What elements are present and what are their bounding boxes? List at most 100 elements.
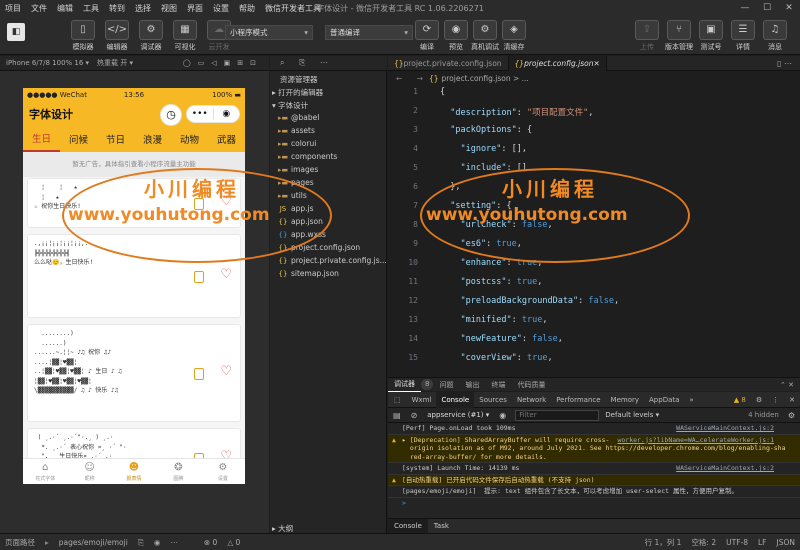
copy-icon[interactable]: ⎘: [133, 534, 149, 550]
toolbar-button[interactable]: ⚙ 调试器: [134, 20, 168, 52]
breadcrumb-text[interactable]: project.config.json > ...: [442, 74, 529, 83]
devtools-tab[interactable]: 问题: [433, 378, 459, 392]
menu-item[interactable]: 文件: [26, 0, 52, 17]
clock-icon[interactable]: ◷: [160, 104, 182, 126]
context-select[interactable]: appservice (#1) ▾: [422, 411, 494, 419]
warning-count[interactable]: △ 0: [222, 534, 245, 550]
editor-tab[interactable]: {} project.private.config.json: [388, 55, 509, 71]
hot-reload-toggle[interactable]: 热重载 开 ▾: [89, 58, 133, 68]
menu-item[interactable]: 视图: [156, 0, 182, 17]
devtools-tab[interactable]: 代码质量: [511, 378, 551, 392]
file-item[interactable]: JS app.js: [270, 204, 386, 217]
tab-0[interactable]: 生日: [23, 130, 60, 152]
panel-tab[interactable]: Network: [512, 392, 551, 408]
devtools-tab[interactable]: 调试器: [388, 377, 421, 392]
section-project[interactable]: ▾ 字体设计: [270, 100, 386, 113]
tab-1[interactable]: 问候: [60, 131, 97, 151]
code-editor[interactable]: 1 {2 "description": "项目配置文件", 3 "packOptio…: [388, 85, 800, 377]
toolbar-button[interactable]: </> 编辑器: [100, 20, 134, 52]
drawer-tab[interactable]: Console: [388, 518, 428, 534]
mode-select[interactable]: 小程序模式 ▾: [225, 25, 313, 40]
file-item[interactable]: {} sitemap.json: [270, 269, 386, 282]
panel-tab[interactable]: Wxml: [407, 392, 437, 408]
file-item[interactable]: {} project.private.config.js...: [270, 256, 386, 269]
file-item[interactable]: ▸▬ utils: [270, 191, 386, 204]
drawer-tab[interactable]: Task: [428, 519, 455, 534]
toolbar-button[interactable]: ▣ 测试号: [694, 20, 728, 52]
cursor-position[interactable]: 行 1，列 1: [640, 534, 687, 550]
kebab-icon[interactable]: ⋮: [767, 392, 784, 408]
inspect-icon[interactable]: ⬚: [388, 392, 407, 408]
panel-tab[interactable]: AppData: [644, 392, 684, 408]
file-item[interactable]: ▸▬ images: [270, 165, 386, 178]
device-select[interactable]: iPhone 6/7/8 100% 16 ▾: [0, 59, 89, 67]
maximize-icon[interactable]: ☐: [756, 0, 778, 17]
heart-icon[interactable]: ♡: [220, 194, 232, 209]
copy-icon[interactable]: [194, 368, 204, 380]
heart-icon[interactable]: ♡: [220, 364, 232, 379]
panel-tab[interactable]: Memory: [606, 392, 644, 408]
warning-count[interactable]: ▲ 8: [729, 392, 751, 408]
error-count[interactable]: ⊗ 0: [199, 534, 222, 550]
copy-icon[interactable]: [194, 198, 204, 210]
explorer-tool-icons[interactable]: ⌕ ⎘ ⋯: [270, 58, 334, 68]
panel-tab[interactable]: Performance: [551, 392, 605, 408]
section-open-editors[interactable]: ▸ 打开的编辑器: [270, 87, 386, 100]
panel-tab[interactable]: Console: [436, 391, 475, 408]
nav-item[interactable]: ⌂ 花式字体: [23, 461, 67, 482]
message-source[interactable]: WAServiceMainContext.js:2: [676, 464, 774, 473]
console-output[interactable]: [Perf] Page.onLoad took 109ms WAServiceMa…: [388, 423, 800, 518]
devtools-tab[interactable]: 终端: [485, 378, 511, 392]
page-path-label[interactable]: 页面路径: [0, 534, 40, 550]
editor-tab[interactable]: {} project.config.json ✕: [508, 55, 607, 71]
page-path[interactable]: pages/emoji/emoji: [54, 534, 133, 550]
file-item[interactable]: {} project.config.json: [270, 243, 386, 256]
console-prompt[interactable]: >: [388, 498, 800, 509]
menu-item[interactable]: 选择: [130, 0, 156, 17]
toolbar-button[interactable]: ♫ 消息: [758, 20, 792, 52]
sidebar-toggle-icon[interactable]: ▤: [388, 411, 406, 420]
menu-item[interactable]: 界面: [182, 0, 208, 17]
eol[interactable]: LF: [753, 534, 772, 550]
copy-icon[interactable]: [194, 271, 204, 283]
toolbar-button[interactable]: ▦ 可视化: [168, 20, 202, 52]
levels-select[interactable]: Default levels ▾: [599, 411, 665, 419]
nav-item[interactable]: ☻ 颜表情: [112, 461, 156, 482]
heart-icon[interactable]: ♡: [220, 267, 232, 282]
split-editor-icon[interactable]: ▯ ⋯: [777, 59, 800, 68]
tab-3[interactable]: 浪漫: [134, 131, 171, 151]
file-item[interactable]: ▸▬ pages: [270, 178, 386, 191]
close-icon[interactable]: ✕: [593, 56, 599, 71]
menu-item[interactable]: 帮助: [234, 0, 260, 17]
language-mode[interactable]: JSON: [772, 534, 800, 550]
menu-item[interactable]: 工具: [78, 0, 104, 17]
file-item[interactable]: ▸▬ components: [270, 152, 386, 165]
indent-setting[interactable]: 空格: 2: [686, 534, 721, 550]
menu-item[interactable]: 微信开发者工具: [260, 0, 326, 17]
compile-select[interactable]: 普通编译 ▾: [325, 25, 413, 40]
simulator-tool-icons[interactable]: ◯▭◁▣⊞⊡: [183, 59, 269, 67]
close-icon[interactable]: ✕: [778, 0, 800, 17]
gear-icon[interactable]: ⚙: [783, 411, 800, 420]
eye-icon[interactable]: ◉: [149, 534, 166, 550]
close-icon[interactable]: ✕: [784, 392, 800, 408]
toolbar-button[interactable]: ▯ 模拟器: [66, 20, 100, 52]
toolbar-button[interactable]: ⑂ 版本管理: [662, 20, 696, 52]
more-icon[interactable]: •••: [187, 109, 213, 119]
tab-2[interactable]: 节日: [97, 131, 134, 151]
file-item[interactable]: ▸▬ assets: [270, 126, 386, 139]
file-item[interactable]: ▸▬ colorui: [270, 139, 386, 152]
avatar[interactable]: ◧: [7, 23, 25, 41]
minimize-icon[interactable]: —: [734, 0, 756, 17]
nav-item[interactable]: ❂ 图腾: [156, 461, 200, 482]
more-panels-button[interactable]: »: [684, 392, 698, 408]
tab-4[interactable]: 动物: [171, 131, 208, 151]
console-filter-input[interactable]: [515, 409, 600, 421]
menu-item[interactable]: 编辑: [52, 0, 78, 17]
nav-item[interactable]: ☺ 昵称: [67, 461, 111, 482]
panel-tab[interactable]: Sources: [474, 392, 512, 408]
exit-icon[interactable]: ◉: [214, 109, 240, 119]
menu-item[interactable]: 项目: [0, 0, 26, 17]
message-source[interactable]: worker.js?libName=WA…celerateWorker.js:1: [617, 436, 774, 445]
eye-icon[interactable]: ◉: [494, 411, 511, 420]
